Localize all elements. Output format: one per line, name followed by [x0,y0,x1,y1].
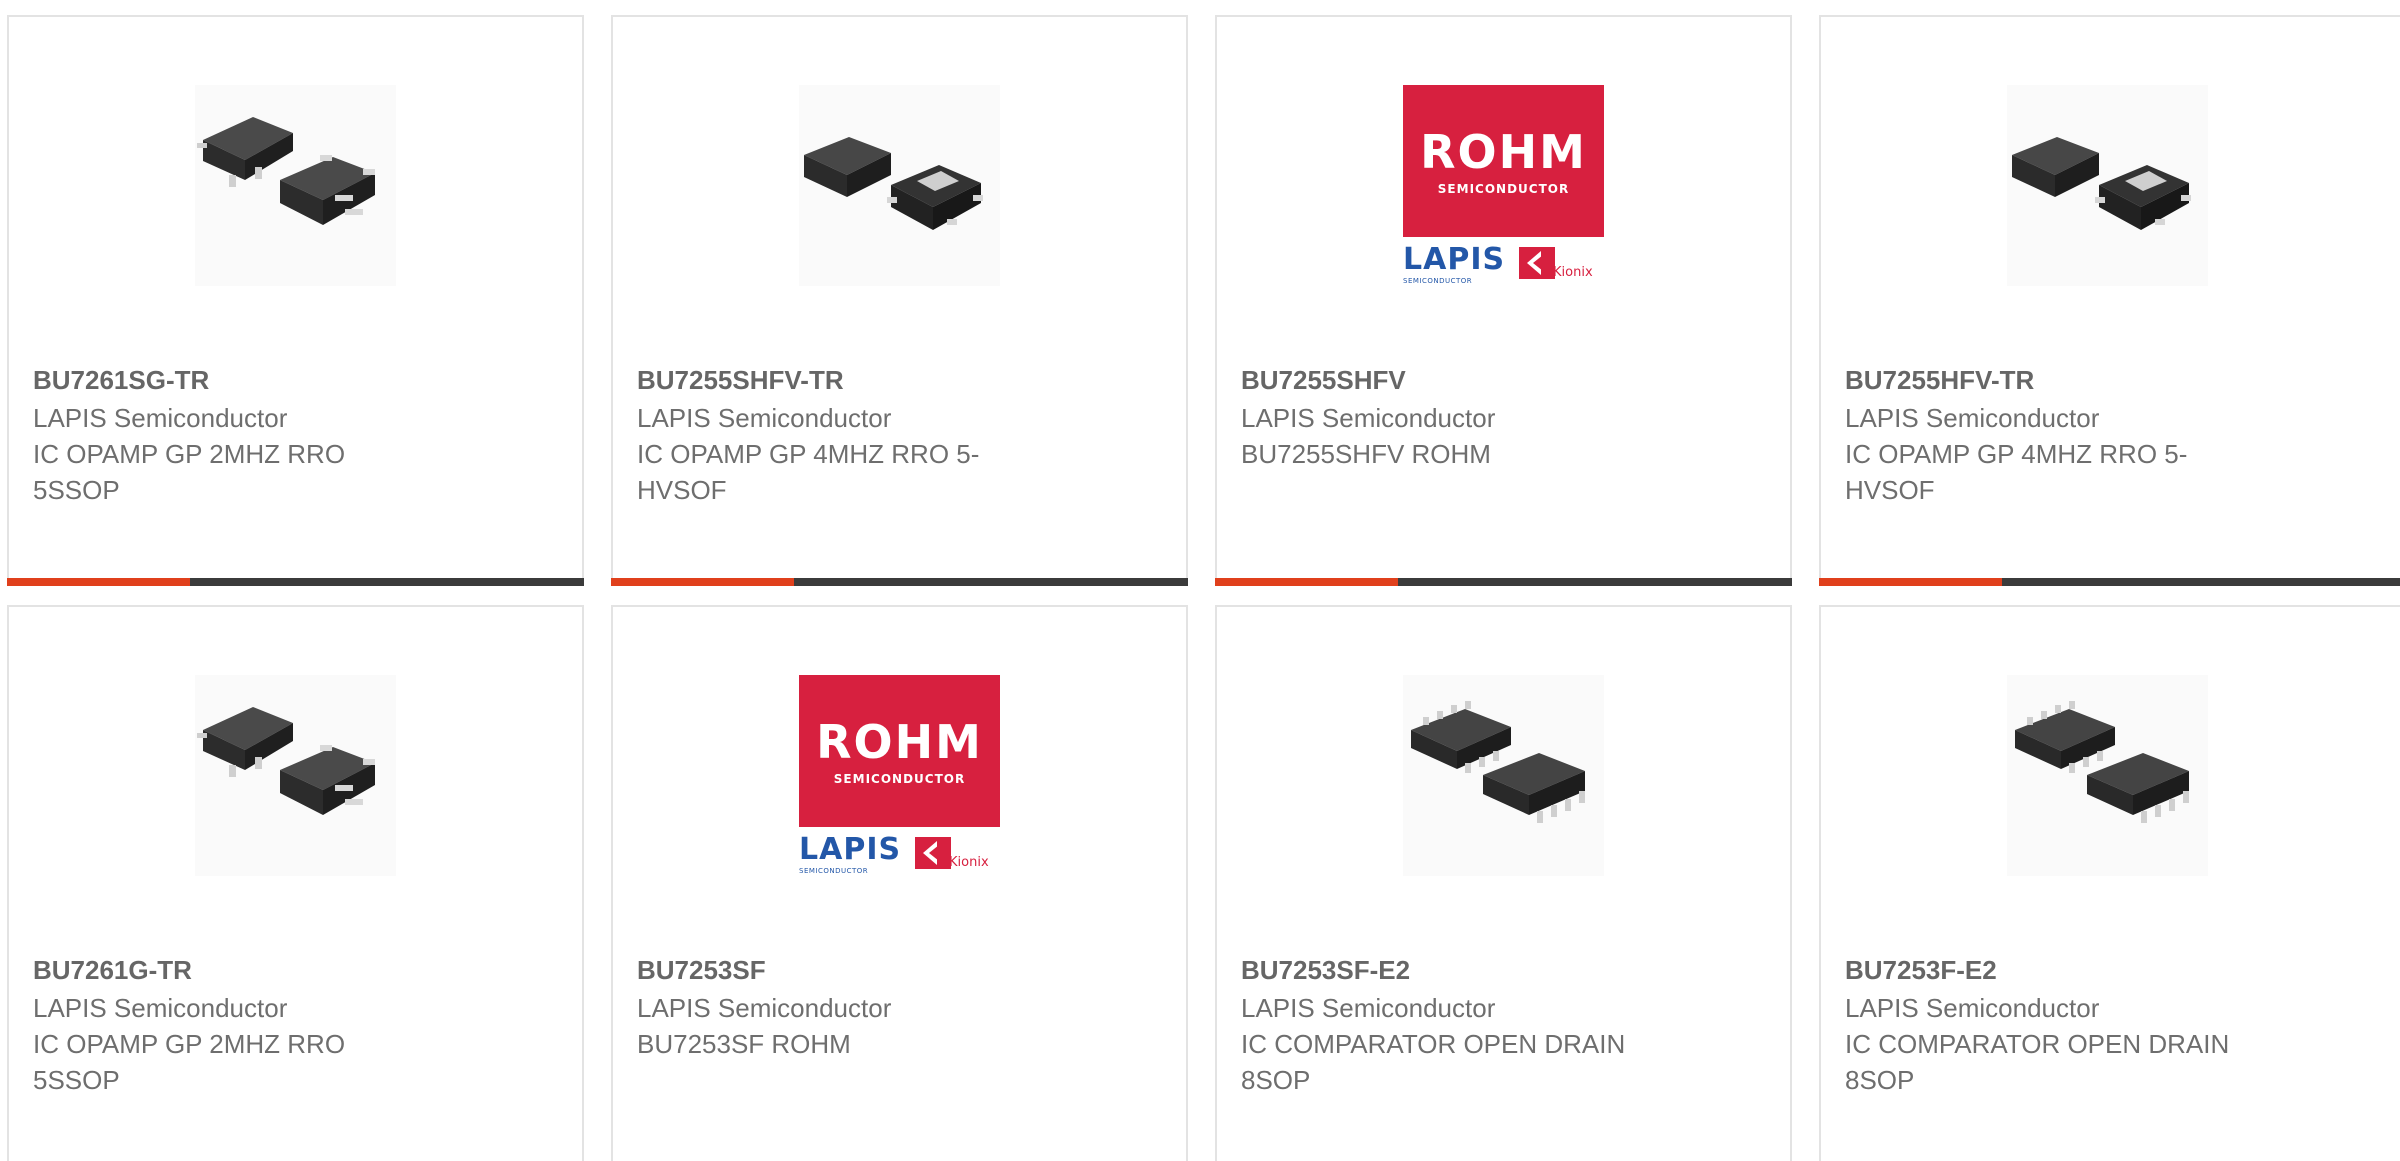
card-underline [7,578,584,586]
lapis-logo-subtext: SEMICONDUCTOR [1403,277,1473,285]
rohm-logo: ROHM SEMICONDUCTOR LAPIS SEMICONDUCTOR K… [799,675,1000,876]
description: IC COMPARATOR OPEN DRAIN 8SOP [1241,1029,1626,1095]
product-grid: BU7261SG-TR LAPIS Semiconductor IC OPAMP… [0,0,2400,1161]
part-number[interactable]: BU7255HFV-TR [1845,362,2034,398]
card-underline-accent [1819,578,2002,586]
manufacturer: LAPIS Semiconductor [1241,993,1496,1023]
kionix-logo-icon [915,837,951,869]
rohm-logo-text: ROHM [1420,125,1587,179]
hvsof-5-chip-icon [2007,85,2208,286]
manufacturer: LAPIS Semiconductor [33,403,288,433]
card-underline-accent [1215,578,1398,586]
part-number[interactable]: BU7255SHFV [1241,362,1406,398]
product-image[interactable] [1403,675,1604,876]
description: BU7253SF ROHM [637,1029,851,1059]
card-underline [1819,578,2400,586]
manufacturer: LAPIS Semiconductor [1845,403,2100,433]
product-image[interactable] [2007,675,2208,876]
part-number[interactable]: BU7253SF [637,952,766,988]
kionix-logo-text: Kionix [1553,265,1593,280]
rohm-logo-subtext: SEMICONDUCTOR [1437,182,1570,196]
rohm-logo-subtext: SEMICONDUCTOR [833,772,966,786]
manufacturer: LAPIS Semiconductor [1241,403,1496,433]
product-image[interactable] [195,675,396,876]
product-card[interactable]: BU7261SG-TR LAPIS Semiconductor IC OPAMP… [7,15,584,586]
product-image[interactable] [2007,85,2208,286]
hvsof-5-chip-icon [799,85,1000,286]
part-number[interactable]: BU7253SF-E2 [1241,952,1410,988]
part-number[interactable]: BU7255SHFV-TR [637,362,844,398]
description: BU7255SHFV ROHM [1241,439,1491,469]
description: IC OPAMP GP 2MHZ RRO 5SSOP [33,439,346,505]
product-image[interactable] [195,85,396,286]
description: IC OPAMP GP 2MHZ RRO 5SSOP [33,1029,346,1095]
sop-8-chip-icon [1403,675,1604,876]
card-underline [611,578,1188,586]
rohm-logo-text: ROHM [816,715,983,769]
description: IC OPAMP GP 4MHZ RRO 5-HVSOF [1845,439,2188,505]
part-number[interactable]: BU7261SG-TR [33,362,209,398]
part-number[interactable]: BU7261G-TR [33,952,192,988]
kionix-logo-text: Kionix [949,855,989,870]
product-card[interactable]: ROHM SEMICONDUCTOR LAPIS SEMICONDUCTOR K… [1215,15,1792,586]
manufacturer: LAPIS Semiconductor [637,403,892,433]
manufacturer: LAPIS Semiconductor [1845,993,2100,1023]
card-underline [1215,578,1792,586]
manufacturer: LAPIS Semiconductor [33,993,288,1023]
description: IC OPAMP GP 4MHZ RRO 5-HVSOF [637,439,980,505]
product-card[interactable]: BU7255HFV-TR LAPIS Semiconductor IC OPAM… [1819,15,2400,586]
rohm-logo: ROHM SEMICONDUCTOR LAPIS SEMICONDUCTOR K… [1403,85,1604,286]
sot23-5-chip-icon [195,675,396,876]
sop-8-chip-icon [2007,675,2208,876]
product-card[interactable]: ROHM SEMICONDUCTOR LAPIS SEMICONDUCTOR K… [611,605,1188,1161]
part-number[interactable]: BU7253F-E2 [1845,952,1997,988]
card-underline-accent [611,578,794,586]
lapis-logo-text: LAPIS [799,832,902,867]
lapis-logo-subtext: SEMICONDUCTOR [799,867,869,875]
kionix-logo-icon [1519,247,1555,279]
product-image[interactable] [799,85,1000,286]
product-card[interactable]: BU7253F-E2 LAPIS Semiconductor IC COMPAR… [1819,605,2400,1161]
product-card[interactable]: BU7253SF-E2 LAPIS Semiconductor IC COMPA… [1215,605,1792,1161]
sot23-5-chip-icon [195,85,396,286]
manufacturer: LAPIS Semiconductor [637,993,892,1023]
product-image[interactable]: ROHM SEMICONDUCTOR LAPIS SEMICONDUCTOR K… [799,675,1000,876]
description: IC COMPARATOR OPEN DRAIN 8SOP [1845,1029,2230,1095]
product-card[interactable]: BU7255SHFV-TR LAPIS Semiconductor IC OPA… [611,15,1188,586]
product-card[interactable]: BU7261G-TR LAPIS Semiconductor IC OPAMP … [7,605,584,1161]
product-image[interactable]: ROHM SEMICONDUCTOR LAPIS SEMICONDUCTOR K… [1403,85,1604,286]
card-underline-accent [7,578,190,586]
lapis-logo-text: LAPIS [1403,242,1506,277]
